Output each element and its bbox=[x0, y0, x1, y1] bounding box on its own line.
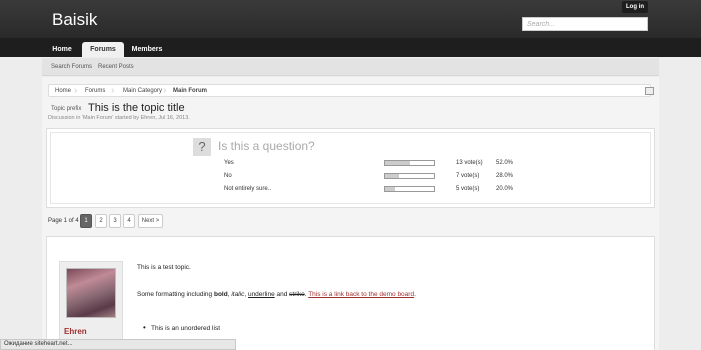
post-intro: This is a test topic. bbox=[137, 264, 191, 271]
breadcrumb-separator: › bbox=[111, 85, 115, 96]
recent-posts-link[interactable]: Recent Posts bbox=[98, 64, 134, 70]
sub-nav: Search Forums Recent Posts bbox=[42, 58, 659, 76]
poll-percent: 20.0% bbox=[496, 186, 514, 192]
poll-option-label: Yes bbox=[224, 160, 234, 166]
breadcrumb-forums[interactable]: Forums bbox=[85, 88, 105, 94]
breadcrumb: Home › Forums › Main Category › Main For… bbox=[48, 84, 654, 97]
breadcrumb-separator: › bbox=[74, 85, 78, 96]
breadcrumb-separator: › bbox=[163, 85, 167, 96]
text: . bbox=[414, 291, 416, 298]
post-formatting-line: Some formatting including bold, italic, … bbox=[137, 291, 416, 298]
login-button[interactable]: Log in bbox=[622, 1, 648, 13]
poll-inner: ? Is this a question? Yes 13 vote(s) 52.… bbox=[50, 132, 651, 204]
underline-text: underline bbox=[247, 291, 275, 298]
question-mark-icon: ? bbox=[193, 138, 211, 156]
site-header: Baisik Log in bbox=[0, 0, 701, 38]
poll-option-label: Not entirely sure.. bbox=[224, 186, 272, 192]
demo-board-link[interactable]: This is a link back to the demo board bbox=[308, 291, 414, 298]
poll-bar bbox=[384, 173, 435, 179]
poll-option-label: No bbox=[224, 173, 232, 179]
main-nav: Home Forums Members bbox=[0, 38, 701, 57]
poll-bar-fill bbox=[385, 187, 395, 191]
jump-menu-icon[interactable] bbox=[645, 87, 654, 95]
poll-votes: 13 vote(s) bbox=[456, 160, 483, 166]
poll-votes: 5 vote(s) bbox=[456, 186, 480, 192]
strike-text: strike bbox=[289, 291, 305, 298]
poll-percent: 28.0% bbox=[496, 173, 514, 179]
breadcrumb-home[interactable]: Home bbox=[55, 88, 71, 94]
list-bullet: • bbox=[143, 323, 146, 332]
post-author[interactable]: Ehren bbox=[64, 327, 87, 336]
site-logo[interactable]: Baisik bbox=[52, 10, 97, 30]
breadcrumb-main-forum[interactable]: Main Forum bbox=[173, 88, 207, 94]
search-input[interactable] bbox=[522, 17, 648, 31]
main-content: Home › Forums › Main Category › Main For… bbox=[42, 77, 659, 350]
poll-option: No 7 vote(s) 28.0% bbox=[224, 171, 524, 181]
list-item: This is an unordered list bbox=[151, 325, 221, 332]
breadcrumb-main-category[interactable]: Main Category bbox=[123, 88, 162, 94]
page-indicator: Page 1 of 4 bbox=[48, 218, 79, 224]
page-link-4[interactable]: 4 bbox=[123, 214, 135, 228]
search-forums-link[interactable]: Search Forums bbox=[51, 64, 92, 70]
italic-text: italic bbox=[231, 291, 245, 298]
tab-members[interactable]: Members bbox=[128, 42, 166, 57]
poll-bar bbox=[384, 186, 435, 192]
poll-question: Is this a question? bbox=[218, 139, 315, 153]
user-box-arrow bbox=[124, 270, 131, 282]
tab-forums[interactable]: Forums bbox=[82, 42, 124, 57]
poll-option: Yes 13 vote(s) 52.0% bbox=[224, 158, 524, 168]
topic-prefix[interactable]: Topic prefix bbox=[51, 106, 81, 112]
page-link-2[interactable]: 2 bbox=[95, 214, 107, 228]
next-page-button[interactable]: Next > bbox=[138, 214, 163, 228]
avatar[interactable] bbox=[66, 268, 116, 318]
page-link-1[interactable]: 1 bbox=[80, 214, 92, 228]
page-title: This is the topic title bbox=[88, 102, 185, 114]
poll-option: Not entirely sure.. 5 vote(s) 20.0% bbox=[224, 184, 524, 194]
user-info-box: Ehren bbox=[59, 261, 123, 350]
poll-votes: 7 vote(s) bbox=[456, 173, 480, 179]
tab-home[interactable]: Home bbox=[46, 42, 78, 57]
poll-bar-fill bbox=[385, 161, 411, 165]
text: Some formatting including bbox=[137, 291, 214, 298]
poll-bar bbox=[384, 160, 435, 166]
thread-meta: Discussion in 'Main Forum' started by Eh… bbox=[48, 115, 190, 121]
poll-bar-fill bbox=[385, 174, 399, 178]
poll-percent: 52.0% bbox=[496, 160, 514, 166]
message-post: Ehren This is a test topic. Some formatt… bbox=[46, 236, 655, 350]
bold-text: bold bbox=[213, 291, 228, 298]
page-link-3[interactable]: 3 bbox=[109, 214, 121, 228]
poll-box: ? Is this a question? Yes 13 vote(s) 52.… bbox=[46, 128, 655, 208]
text: and bbox=[274, 291, 290, 298]
browser-status-bar: Ожидание siteheart.net... bbox=[0, 339, 236, 350]
